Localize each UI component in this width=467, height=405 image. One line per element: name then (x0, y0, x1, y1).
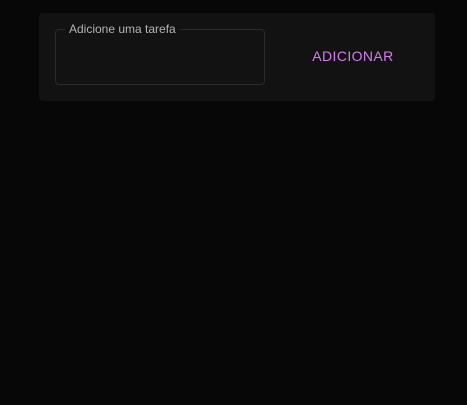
task-input[interactable] (56, 30, 264, 84)
task-input-field[interactable]: Adicione uma tarefa (55, 21, 265, 85)
add-task-button[interactable]: ADICIONAR (303, 41, 403, 71)
app-page: Adicione uma tarefa ADICIONAR (0, 0, 467, 405)
add-task-card: Adicione uma tarefa ADICIONAR (39, 13, 435, 101)
